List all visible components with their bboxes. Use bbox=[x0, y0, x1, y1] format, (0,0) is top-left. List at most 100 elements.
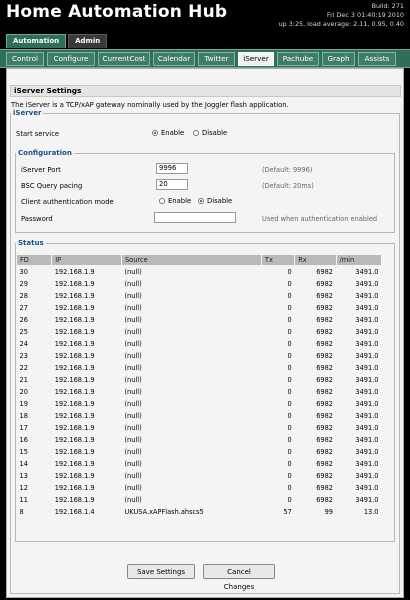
tab-twitter[interactable]: Twitter bbox=[198, 52, 235, 66]
auth-enable-radio[interactable]: Enable bbox=[159, 197, 191, 205]
system-info: Build: 271 Fri Dec 3 01:40:19 2010 up 3:… bbox=[279, 2, 404, 29]
cell-tx: 0 bbox=[287, 316, 292, 324]
radio-unselected-icon bbox=[193, 130, 199, 136]
cell-fd: 22 bbox=[19, 364, 28, 372]
start-enable-label: Enable bbox=[161, 129, 185, 137]
cell-tx: 0 bbox=[287, 436, 292, 444]
cell-tx: 0 bbox=[287, 460, 292, 468]
save-settings-button[interactable]: Save Settings bbox=[127, 564, 195, 579]
cell-ip: 192.168.1.9 bbox=[54, 388, 95, 396]
tab-configure[interactable]: Configure bbox=[47, 52, 95, 66]
tab-control[interactable]: Control bbox=[6, 52, 44, 66]
cell-ip: 192.168.1.9 bbox=[54, 448, 95, 456]
cell-tx: 0 bbox=[287, 352, 292, 360]
cell-ip: 192.168.1.4 bbox=[54, 508, 95, 516]
configuration-legend: Configuration bbox=[18, 149, 72, 157]
cell-ip: 192.168.1.9 bbox=[54, 472, 95, 480]
cell-fd: 18 bbox=[19, 412, 28, 420]
bsc-input[interactable] bbox=[156, 179, 188, 190]
col-source-header: Source bbox=[120, 254, 262, 266]
cell-fd: 21 bbox=[19, 376, 28, 384]
cell-ip: 192.168.1.9 bbox=[54, 400, 95, 408]
tab-graph[interactable]: Graph bbox=[322, 52, 355, 66]
cell-ip: 192.168.1.9 bbox=[54, 412, 95, 420]
cell-rx: 6982 bbox=[316, 268, 333, 276]
cell-tx: 57 bbox=[283, 508, 292, 516]
tab-currentcost[interactable]: CurrentCost bbox=[98, 52, 150, 66]
radio-unselected-icon bbox=[159, 198, 165, 204]
cell-fd: 11 bbox=[19, 496, 28, 504]
tab-calendar[interactable]: Calendar bbox=[153, 52, 195, 66]
section-title: iServer Settings bbox=[10, 85, 401, 97]
status-table-body: 30 192.168.1.9 (null) 0 6982 3491.0 29 192.168.… bbox=[17, 266, 382, 519]
cell-ip: 192.168.1.9 bbox=[54, 268, 95, 276]
start-enable-radio[interactable]: Enable bbox=[152, 129, 184, 137]
cell-permin: 3491.0 bbox=[355, 472, 379, 480]
cell-tx: 0 bbox=[287, 496, 292, 504]
cell-permin: 3491.0 bbox=[355, 376, 379, 384]
cell-source: UKUSA.xAPFlash.ahscs5 bbox=[124, 508, 204, 516]
cell-ip: 192.168.1.9 bbox=[54, 316, 95, 324]
cell-rx: 6982 bbox=[316, 460, 333, 468]
radio-selected-icon bbox=[152, 130, 158, 136]
cell-source: (null) bbox=[124, 388, 142, 396]
cell-permin: 3491.0 bbox=[355, 268, 379, 276]
table-row: 16 192.168.1.9 (null) 0 6982 3491.0 bbox=[17, 434, 382, 446]
cell-ip: 192.168.1.9 bbox=[54, 304, 95, 312]
password-hint: Used when authentication enabled bbox=[262, 215, 378, 223]
cell-source: (null) bbox=[124, 424, 142, 432]
cell-source: (null) bbox=[124, 376, 142, 384]
cell-fd: 27 bbox=[19, 304, 28, 312]
cell-tx: 0 bbox=[287, 388, 292, 396]
cell-permin: 3491.0 bbox=[355, 352, 379, 360]
port-input[interactable] bbox=[156, 163, 188, 174]
cell-source: (null) bbox=[124, 448, 142, 456]
cell-fd: 13 bbox=[19, 472, 28, 480]
tab-iserver[interactable]: iServer bbox=[238, 52, 274, 66]
table-row: 21 192.168.1.9 (null) 0 6982 3491.0 bbox=[17, 374, 382, 386]
cell-rx: 6982 bbox=[316, 304, 333, 312]
cell-tx: 0 bbox=[287, 412, 292, 420]
status-legend: Status bbox=[18, 239, 44, 247]
tab-assists[interactable]: Assists bbox=[358, 52, 396, 66]
cell-ip: 192.168.1.9 bbox=[54, 280, 95, 288]
start-disable-radio[interactable]: Disable bbox=[193, 129, 227, 137]
cancel-changes-button[interactable]: Cancel Changes bbox=[203, 564, 275, 591]
table-row: 28 192.168.1.9 (null) 0 6982 3491.0 bbox=[17, 290, 382, 302]
cell-fd: 15 bbox=[19, 448, 28, 456]
cell-rx: 6982 bbox=[316, 328, 333, 336]
iserver-legend: iServer bbox=[13, 109, 42, 117]
password-input[interactable] bbox=[154, 212, 236, 223]
cell-permin: 3491.0 bbox=[355, 412, 379, 420]
table-row: 18 192.168.1.9 (null) 0 6982 3491.0 bbox=[17, 410, 382, 422]
password-label: Password bbox=[21, 215, 53, 223]
cell-tx: 0 bbox=[287, 340, 292, 348]
cell-permin: 3491.0 bbox=[355, 484, 379, 492]
table-row: 14 192.168.1.9 (null) 0 6982 3491.0 bbox=[17, 458, 382, 470]
cell-fd: 26 bbox=[19, 316, 28, 324]
cell-ip: 192.168.1.9 bbox=[54, 364, 95, 372]
cell-ip: 192.168.1.9 bbox=[54, 460, 95, 468]
cell-source: (null) bbox=[124, 364, 142, 372]
cell-tx: 0 bbox=[287, 400, 292, 408]
cell-tx: 0 bbox=[287, 268, 292, 276]
cell-source: (null) bbox=[124, 400, 142, 408]
cell-fd: 24 bbox=[19, 340, 28, 348]
auth-disable-radio[interactable]: Disable bbox=[198, 197, 232, 205]
cell-source: (null) bbox=[124, 268, 142, 276]
tab-admin[interactable]: Admin bbox=[68, 34, 108, 48]
cell-rx: 6982 bbox=[316, 364, 333, 372]
cell-source: (null) bbox=[124, 352, 142, 360]
cell-fd: 14 bbox=[19, 460, 28, 468]
cell-ip: 192.168.1.9 bbox=[54, 484, 95, 492]
bsc-hint: (Default: 20ms) bbox=[262, 182, 314, 190]
table-row: 12 192.168.1.9 (null) 0 6982 3491.0 bbox=[17, 482, 382, 494]
cell-source: (null) bbox=[124, 316, 142, 324]
cell-fd: 25 bbox=[19, 328, 28, 336]
cell-fd: 17 bbox=[19, 424, 28, 432]
status-table: FD IP Source Tx Rx /min 30 192.168.1.9 (nu… bbox=[15, 254, 382, 519]
tab-pachube[interactable]: Pachube bbox=[277, 52, 319, 66]
table-row: 27 192.168.1.9 (null) 0 6982 3491.0 bbox=[17, 302, 382, 314]
tab-automation[interactable]: Automation bbox=[6, 34, 67, 48]
cell-source: (null) bbox=[124, 304, 142, 312]
